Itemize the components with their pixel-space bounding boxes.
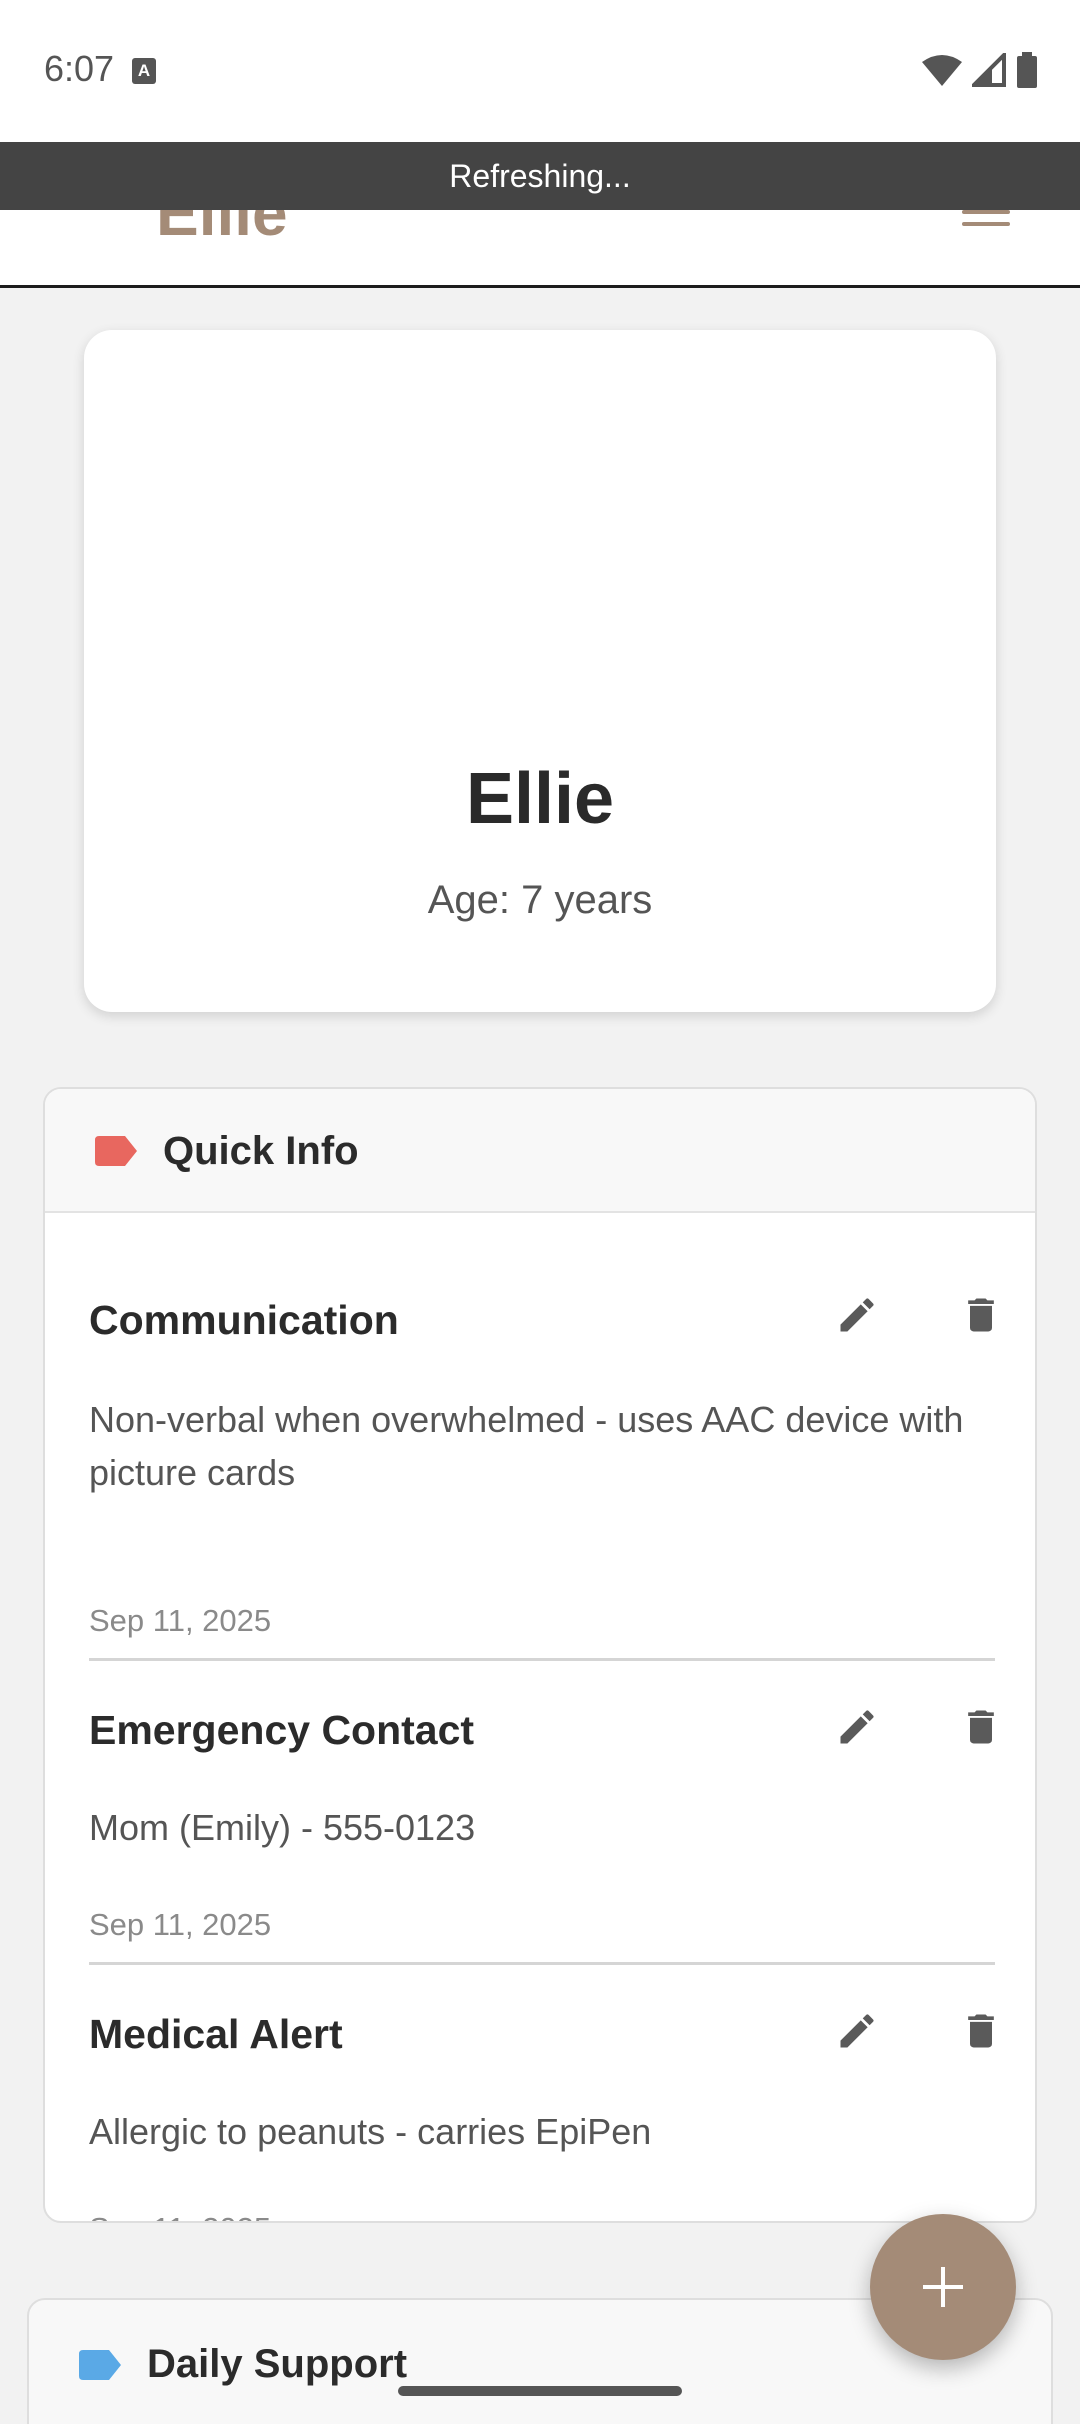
delete-button[interactable] — [953, 1699, 1009, 1755]
toast-text: Refreshing... — [449, 158, 631, 194]
plus-icon — [923, 2267, 963, 2307]
trash-icon — [968, 1298, 994, 1332]
pencil-icon — [840, 1710, 874, 1744]
edit-button[interactable] — [829, 1699, 885, 1755]
profile-name: Ellie — [465, 759, 615, 839]
list-item: Medical Alert Allergic to peanuts - carr… — [89, 1965, 995, 2221]
daily-support-title: Daily Support — [147, 2342, 408, 2386]
profile-card: Ellie Age: 7 years — [84, 330, 996, 1012]
trash-icon — [968, 2014, 994, 2048]
list-item: Communication Non-verbal when overwhelme… — [89, 1213, 995, 1661]
header-title: Ellie — [156, 210, 288, 249]
refreshing-toast: Refreshing... — [0, 142, 1080, 210]
tag-icon — [95, 1136, 137, 1166]
item-title: Communication — [89, 1297, 399, 1343]
edit-button[interactable] — [829, 2003, 885, 2059]
delete-button[interactable] — [953, 2003, 1009, 2059]
item-text: Mom (Emily) - 555-0123 — [89, 1807, 476, 1848]
battery-icon — [1017, 52, 1037, 88]
trash-icon — [968, 1710, 994, 1744]
app-header: Ellie — [0, 210, 1080, 288]
item-date: Sep 11, 2025 — [89, 1907, 272, 1942]
edit-button[interactable] — [829, 1287, 885, 1343]
item-title: Emergency Contact — [89, 1707, 475, 1753]
menu-icon[interactable] — [962, 210, 1010, 232]
home-indicator[interactable] — [398, 2386, 682, 2396]
item-text: Non-verbal when overwhelmed - uses AAC d… — [89, 1399, 964, 1493]
status-time: 6:07 — [44, 48, 115, 89]
item-date: Sep 11, 2025 — [89, 2211, 271, 2221]
add-button[interactable] — [870, 2214, 1016, 2360]
a-icon: A — [132, 58, 156, 84]
wifi-icon — [922, 55, 962, 86]
signal-icon — [972, 53, 1006, 87]
delete-button[interactable] — [953, 1287, 1009, 1343]
item-title: Medical Alert — [89, 2011, 343, 2057]
item-text: Allergic to peanuts - carries EpiPen — [89, 2111, 652, 2152]
tag-icon — [79, 2350, 121, 2380]
pencil-icon — [840, 2014, 874, 2048]
quick-info-title: Quick Info — [163, 1129, 359, 1173]
quick-info-header[interactable]: Quick Info — [45, 1089, 1035, 1213]
profile-age: Age: 7 years — [427, 878, 653, 922]
pencil-icon — [840, 1298, 874, 1332]
item-date: Sep 11, 2025 — [89, 1603, 272, 1638]
status-bar: 6:07 A — [0, 0, 1080, 142]
list-item: Emergency Contact Mom (Emily) - 555-0123… — [89, 1661, 995, 1965]
quick-info-section: Quick Info Communication Non-verbal when… — [43, 1087, 1037, 2223]
status-icons — [922, 52, 1038, 88]
